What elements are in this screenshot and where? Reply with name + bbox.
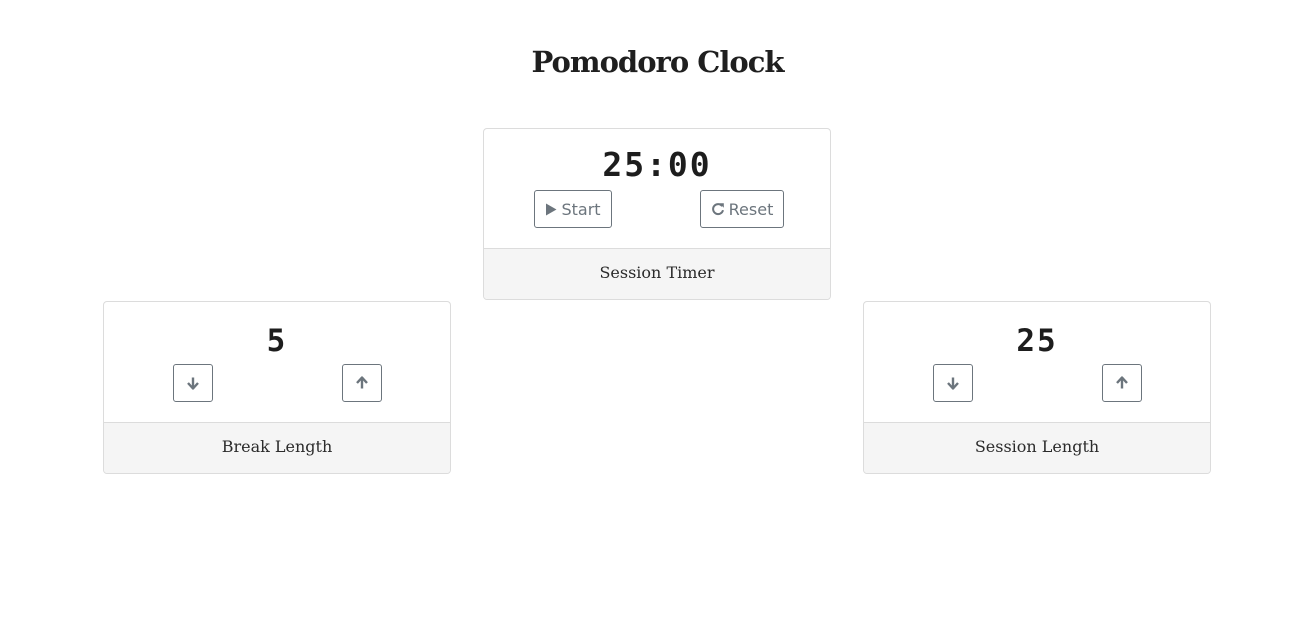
reset-button[interactable]: Reset <box>700 190 784 228</box>
start-button[interactable]: Start <box>534 190 612 228</box>
arrow-up-icon <box>355 376 369 390</box>
session-decrement-button[interactable] <box>933 364 973 402</box>
session-length-footer: Session Length <box>864 422 1210 473</box>
session-length-display: 25 <box>1016 323 1058 359</box>
redo-icon <box>711 202 725 216</box>
session-length-body: 25 <box>864 302 1210 422</box>
page-title: Pomodoro Clock <box>531 45 785 79</box>
timer-display: 25:00 <box>602 145 712 184</box>
session-timer-footer: Session Timer <box>484 248 830 299</box>
play-icon <box>545 203 557 216</box>
session-length-card: 25 Session Length <box>863 301 1211 474</box>
break-increment-button[interactable] <box>342 364 382 402</box>
break-length-footer: Break Length <box>104 422 450 473</box>
arrow-up-icon <box>1115 376 1129 390</box>
session-increment-button[interactable] <box>1102 364 1142 402</box>
session-timer-card: 25:00 Start Reset Session Timer <box>483 128 831 300</box>
break-length-card: 5 Break Length <box>103 301 451 474</box>
break-decrement-button[interactable] <box>173 364 213 402</box>
session-timer-body: 25:00 Start Reset <box>484 129 830 249</box>
arrow-down-icon <box>186 376 200 390</box>
reset-button-label: Reset <box>728 199 774 219</box>
break-length-display: 5 <box>266 323 288 359</box>
start-button-label: Start <box>561 199 601 219</box>
arrow-down-icon <box>946 376 960 390</box>
break-length-body: 5 <box>104 302 450 422</box>
